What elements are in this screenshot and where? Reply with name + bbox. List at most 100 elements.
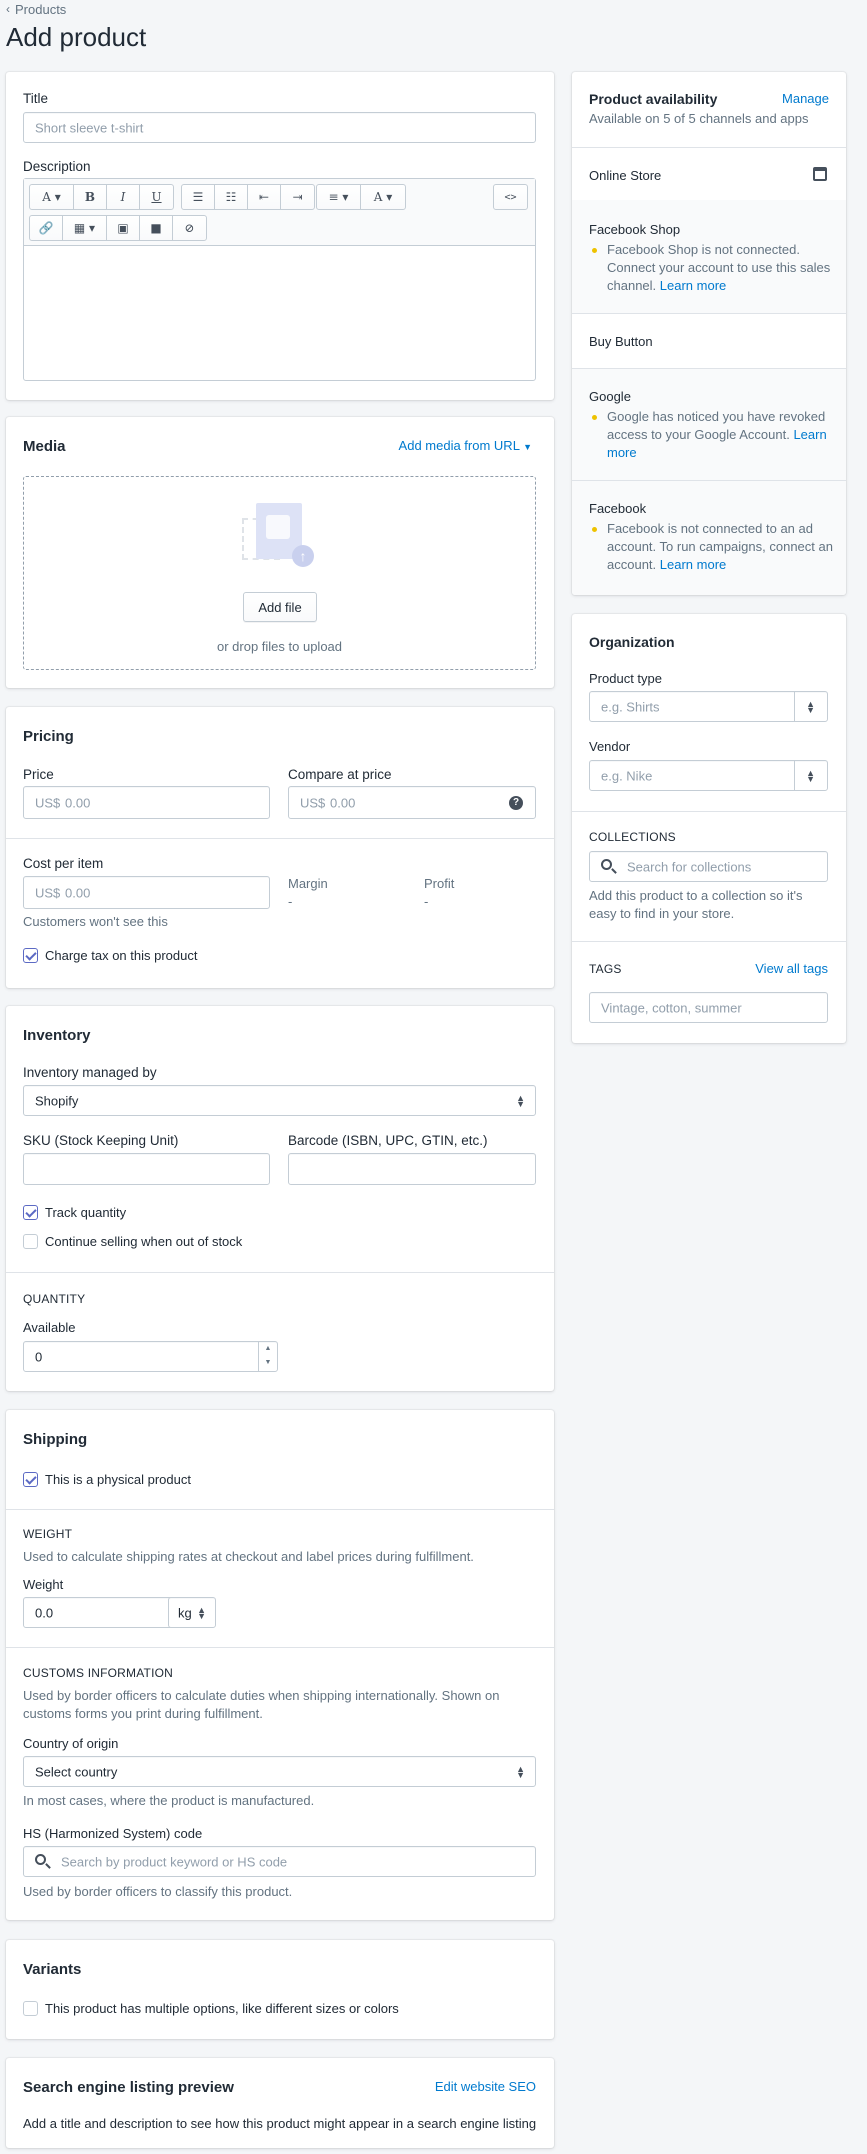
hs-label: HS (Harmonized System) code — [23, 1826, 203, 1841]
available-input[interactable]: 0 ▲ ▼ — [23, 1341, 278, 1372]
product-type-input[interactable]: e.g. Shirts ▲ ▼ — [589, 691, 828, 722]
facebook-shop-message-1: Facebook Shop is not connected. — [607, 242, 800, 257]
toolbar-code-group: <> — [493, 184, 528, 210]
continue-selling-checkbox[interactable] — [23, 1234, 38, 1249]
multiple-options-checkbox[interactable] — [23, 2001, 38, 2016]
available-label: Available — [23, 1320, 76, 1335]
indent-icon[interactable]: ⇥ — [281, 185, 314, 209]
toolbar-align-group: ≡ ▾ A ▾ — [316, 184, 406, 210]
quantity-stepper[interactable]: ▲ ▼ — [258, 1342, 277, 1371]
weight-help: Used to calculate shipping rates at chec… — [23, 1549, 474, 1564]
vendor-dropdown[interactable]: ▲ ▼ — [794, 761, 827, 790]
organization-heading: Organization — [589, 634, 675, 650]
font-style-dropdown[interactable]: A ▾ — [30, 185, 74, 209]
product-type-placeholder: e.g. Shirts — [601, 699, 660, 714]
table-dropdown[interactable]: ▦ ▾ — [63, 216, 107, 240]
inventory-card: Inventory Inventory managed by Shopify ▲… — [6, 1006, 554, 1391]
sku-input[interactable] — [23, 1153, 270, 1185]
edit-website-seo-link[interactable]: Edit website SEO — [435, 2079, 536, 2094]
org-sep-2 — [572, 941, 846, 942]
collections-search-icon-handle — [611, 868, 617, 874]
facebook-shop-learn-more-link[interactable]: Learn more — [660, 278, 726, 293]
compare-price-input[interactable]: US$ 0.00 ? — [288, 786, 536, 819]
description-editor[interactable]: A ▾ B I U ☰ ☷ ⇤ ⇥ ≡ ▾ A ▾ <> 🔗 ▦ ▾ ▣ ■ ⊘ — [23, 178, 536, 381]
bullet-list-icon[interactable]: ☰ — [182, 185, 215, 209]
video-icon[interactable]: ■ — [140, 216, 173, 240]
customs-heading: CUSTOMS INFORMATION — [23, 1666, 174, 1680]
weight-unit-value: kg — [178, 1605, 192, 1620]
view-all-tags-link[interactable]: View all tags — [755, 961, 828, 976]
weight-input[interactable]: 0.0 — [23, 1597, 173, 1628]
hs-placeholder: Search by product keyword or HS code — [61, 1854, 288, 1869]
customs-help-line-2: customs forms you print during fulfillme… — [23, 1706, 263, 1721]
organization-card: Organization Product type e.g. Shirts ▲ ▼… — [572, 614, 846, 1043]
select-arrows-icon: ▲ ▼ — [516, 1092, 525, 1109]
available-value: 0 — [35, 1349, 43, 1364]
link-icon[interactable]: 🔗 — [30, 216, 63, 240]
tags-input[interactable]: Vintage, cotton, summer — [589, 992, 828, 1023]
breadcrumb[interactable]: ‹ Products — [6, 1, 66, 17]
numbered-list-icon[interactable]: ☷ — [215, 185, 248, 209]
track-quantity-checkbox[interactable] — [23, 1205, 38, 1220]
weight-unit-select[interactable]: kg ▲ ▼ — [168, 1597, 216, 1628]
country-select[interactable]: Select country ▲ ▼ — [23, 1756, 536, 1787]
code-view-icon[interactable]: <> — [494, 185, 527, 209]
compare-price-label: Compare at price — [288, 767, 392, 782]
country-arrows-icon: ▲ ▼ — [516, 1763, 525, 1780]
add-file-button[interactable]: Add file — [243, 592, 317, 622]
breadcrumb-products[interactable]: Products — [15, 2, 66, 17]
google-learn-more-link-1[interactable]: Learn — [793, 427, 826, 442]
charge-tax-checkbox[interactable] — [23, 948, 38, 963]
description-label: Description — [23, 159, 91, 174]
underline-button[interactable]: U — [140, 185, 173, 209]
product-type-dropdown[interactable]: ▲ ▼ — [794, 692, 827, 721]
search-icon — [35, 1854, 46, 1865]
facebook-shop-message-3: channel. Learn more — [607, 277, 726, 295]
bold-button[interactable]: B — [74, 185, 107, 209]
cost-currency: US$ — [35, 885, 61, 900]
barcode-input[interactable] — [288, 1153, 536, 1185]
cost-input[interactable]: US$ 0.00 — [23, 876, 270, 909]
physical-product-checkbox[interactable] — [23, 1472, 38, 1487]
price-input[interactable]: US$ 0.00 — [23, 786, 270, 819]
vendor-input[interactable]: e.g. Nike ▲ ▼ — [589, 760, 828, 791]
product-type-label: Product type — [589, 671, 662, 686]
outdent-icon[interactable]: ⇤ — [248, 185, 281, 209]
inventory-separator — [6, 1272, 554, 1273]
chevron-left-icon: ‹ — [6, 2, 10, 16]
charge-tax-label: Charge tax on this product — [45, 948, 198, 963]
facebook-learn-more-link[interactable]: Learn more — [660, 557, 726, 572]
collections-search-input[interactable]: Search for collections — [589, 851, 828, 882]
manage-link[interactable]: Manage — [782, 91, 829, 106]
text-color-dropdown[interactable]: A ▾ — [361, 185, 405, 209]
facebook-label: Facebook — [589, 501, 647, 516]
hs-search-input[interactable]: Search by product keyword or HS code — [23, 1846, 536, 1877]
image-icon[interactable]: ▣ — [107, 216, 140, 240]
add-file-label: Add file — [258, 599, 302, 615]
collections-heading: COLLECTIONS — [589, 830, 676, 844]
facebook-shop-message-3-text: channel. — [607, 278, 657, 293]
help-icon[interactable]: ? — [509, 796, 523, 810]
pricing-heading: Pricing — [23, 728, 74, 745]
align-dropdown[interactable]: ≡ ▾ — [317, 185, 361, 209]
media-dropzone[interactable]: ↑ Add file or drop files to upload — [23, 476, 536, 670]
google-learn-more-link-2[interactable]: more — [607, 445, 637, 460]
google-warning-dot-icon — [592, 415, 597, 420]
managed-by-select[interactable]: Shopify ▲ ▼ — [23, 1085, 536, 1116]
add-media-from-url-link[interactable]: Add media from URL ▼ — [399, 438, 532, 453]
google-label: Google — [589, 389, 631, 404]
tags-heading: TAGS — [589, 962, 622, 976]
cost-help: Customers won't see this — [23, 914, 168, 929]
weight-label: Weight — [23, 1577, 64, 1592]
caret-down-icon: ▼ — [523, 442, 532, 452]
add-media-from-url-label: Add media from URL — [398, 438, 520, 453]
page-title: Add product — [6, 22, 147, 52]
clear-format-icon[interactable]: ⊘ — [173, 216, 206, 240]
calendar-icon[interactable] — [813, 167, 827, 181]
facebook-shop-message-2: Connect your account to use this sales — [607, 260, 831, 275]
title-input[interactable]: Short sleeve t-shirt — [23, 112, 536, 143]
italic-button[interactable]: I — [107, 185, 140, 209]
facebook-message-3: account. Learn more — [607, 556, 726, 574]
price-placeholder: 0.00 — [65, 795, 91, 810]
variants-card: Variants This product has multiple optio… — [6, 1940, 554, 2039]
